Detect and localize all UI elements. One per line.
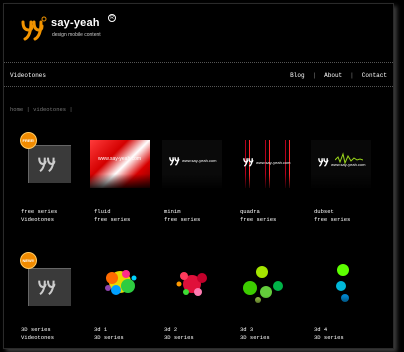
nav-separator: | (312, 72, 317, 79)
item-caption[interactable]: 3d 3 3D series (240, 326, 270, 342)
watermark-text: www.say-yeah.com (98, 156, 142, 162)
breadcrumb[interactable]: home | videotones | (10, 106, 73, 113)
logo-icon (169, 157, 180, 166)
paint-splash-icon (105, 270, 137, 295)
watermark-text: www.say-yeah.com (182, 158, 217, 163)
free-badge: FREE! (20, 132, 37, 149)
thumb-minim[interactable]: www.say-yeah.com (162, 140, 222, 188)
thumb-3d-2[interactable] (162, 262, 222, 310)
item-subtitle: Videotones (21, 334, 55, 341)
item-subtitle: 3D series (94, 334, 124, 341)
section-title: Videotones (10, 72, 47, 79)
item-caption[interactable]: minim free series (164, 208, 200, 224)
box-logo-icon (38, 157, 56, 173)
item-caption[interactable]: 3D series Videotones (21, 326, 54, 342)
item-subtitle: free series (240, 216, 277, 223)
thumb-3d-4[interactable] (311, 262, 371, 310)
item-caption[interactable]: 3d 1 3D series (94, 326, 124, 342)
nav-link-blog[interactable]: Blog (290, 72, 304, 79)
thumb-3d-3[interactable] (236, 262, 296, 310)
watermark-text: www.say-yeah.com (331, 162, 366, 167)
item-title: dubset (314, 208, 334, 215)
thumb-3d-1[interactable] (90, 262, 150, 310)
divider (4, 62, 393, 63)
brand-name: say-yeah (51, 17, 100, 29)
item-caption[interactable]: fluid free series (94, 208, 130, 224)
item-subtitle: 3D series (314, 334, 344, 341)
item-title: minim (164, 208, 181, 215)
red-splash-icon (176, 272, 207, 296)
item-title: 3d 4 (314, 326, 328, 333)
divider (4, 86, 393, 87)
thumb-dubset[interactable]: www.say-yeah.com (311, 140, 371, 188)
item-title: quadra (240, 208, 260, 215)
item-title: 3d 3 (240, 326, 254, 333)
item-subtitle: free series (94, 216, 131, 223)
item-caption[interactable]: quadra free series (240, 208, 276, 224)
logo-icon (318, 158, 329, 167)
logo-icon (243, 158, 254, 167)
item-title: fluid (94, 208, 111, 215)
item-subtitle: 3D series (240, 334, 270, 341)
item-caption[interactable]: 3d 2 3D series (164, 326, 194, 342)
nav-separator: | (350, 72, 354, 79)
item-title: 3d 2 (164, 326, 178, 333)
item-title: free series (21, 208, 58, 215)
top-nav: Blog | About | Contact (282, 72, 387, 79)
item-subtitle: Videotones (21, 216, 55, 223)
item-caption[interactable]: 3d 4 3D series (314, 326, 344, 342)
nav-link-about[interactable]: About (324, 72, 342, 79)
nav-link-contact[interactable]: Contact (362, 72, 387, 79)
item-subtitle: free series (314, 216, 351, 223)
item-subtitle: 3D series (164, 334, 194, 341)
box-logo-icon (38, 280, 56, 296)
registered-mark: R (108, 14, 116, 22)
item-caption[interactable]: dubset free series (314, 208, 350, 224)
watermark-text: www.say-yeah.com (256, 160, 291, 165)
bubbles-icon (243, 266, 283, 303)
new-badge: NEW!! (20, 252, 37, 269)
item-subtitle: free series (164, 216, 201, 223)
thumb-fluid[interactable]: www.say-yeah.com (90, 140, 150, 188)
page-frame: say-yeah R design mobile content Videoto… (3, 3, 394, 349)
brand-tagline: design mobile content (52, 32, 101, 38)
say-yeah-logo-icon[interactable] (17, 14, 47, 44)
item-title: 3d 1 (94, 326, 108, 333)
green-bubbles-icon (336, 264, 349, 302)
item-title: 3D series (21, 326, 51, 333)
item-caption[interactable]: free series Videotones (21, 208, 57, 224)
thumb-quadra[interactable]: www.say-yeah.com (236, 140, 296, 188)
